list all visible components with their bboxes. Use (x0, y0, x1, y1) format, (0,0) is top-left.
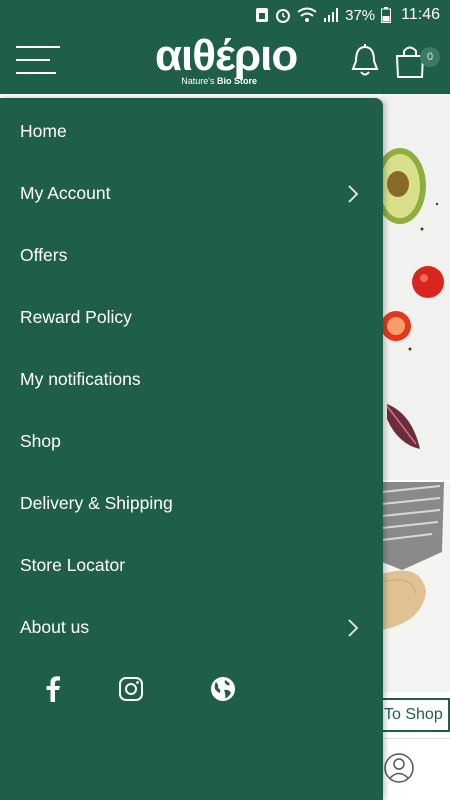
instagram-icon[interactable] (116, 674, 146, 704)
menu-item-delivery-shipping[interactable]: Delivery & Shipping (0, 472, 383, 534)
menu-item-my-notifications[interactable]: My notifications (0, 348, 383, 410)
menu-item-about-us[interactable]: About us (0, 596, 383, 658)
menu-item-home[interactable]: Home (0, 100, 383, 162)
battery-icon (381, 7, 392, 23)
menu-item-offers[interactable]: Offers (0, 224, 383, 286)
menu-item-label: Reward Policy (20, 306, 132, 327)
menu-icon[interactable] (16, 46, 60, 76)
logo-title: αιθέριο (155, 31, 298, 80)
menu-item-label: My Account (20, 182, 111, 203)
wifi-icon (297, 7, 317, 23)
menu-item-store-locator[interactable]: Store Locator (0, 534, 383, 596)
facebook-icon[interactable] (38, 674, 68, 704)
menu-item-label: Store Locator (20, 554, 126, 575)
menu-item-label: My notifications (20, 368, 141, 389)
battery-percent: 37% (345, 6, 376, 24)
clock: 11:46 (401, 6, 440, 23)
to-shop-button[interactable]: To Shop (372, 698, 450, 732)
app-header: αιθέριο Nature's Bio Store 0 (0, 30, 450, 94)
signal-icon (323, 7, 339, 23)
user-profile-icon[interactable] (384, 752, 414, 784)
menu-item-label: Home (20, 120, 67, 141)
menu-item-my-account[interactable]: My Account (0, 162, 383, 224)
brand-logo[interactable]: αιθέριο Nature's Bio Store (155, 31, 298, 90)
cart-count-badge: 0 (420, 47, 440, 67)
chevron-right-icon (347, 184, 359, 204)
menu-item-shop[interactable]: Shop (0, 410, 383, 472)
menu-item-label: Shop (20, 430, 61, 451)
status-bar: 37% 11:46 (0, 0, 450, 30)
sim-icon (255, 7, 269, 23)
navigation-drawer: Home My Account Offers Reward Policy My … (0, 98, 383, 800)
notifications-bell-icon[interactable] (348, 42, 382, 80)
cutting-board-image (382, 482, 450, 692)
menu-item-label: Offers (20, 244, 68, 265)
chevron-right-icon (347, 618, 359, 638)
hero-image (382, 94, 450, 480)
menu-item-label: Delivery & Shipping (20, 492, 173, 513)
menu-item-label: About us (20, 616, 90, 637)
globe-icon[interactable] (208, 674, 238, 704)
alarm-icon (275, 7, 291, 23)
menu-item-reward-policy[interactable]: Reward Policy (0, 286, 383, 348)
